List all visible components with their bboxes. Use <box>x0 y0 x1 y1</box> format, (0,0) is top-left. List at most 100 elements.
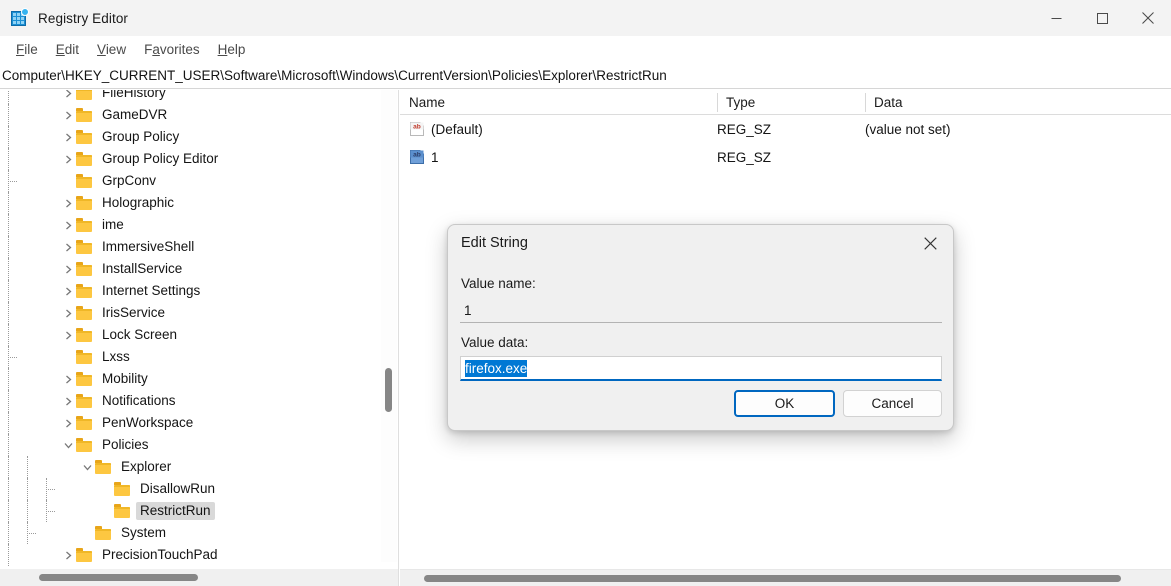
tree-item-penworkspace[interactable]: PenWorkspace <box>0 412 381 434</box>
chevron-right-icon[interactable] <box>60 324 76 346</box>
chevron-right-icon[interactable] <box>60 90 76 104</box>
column-header-type[interactable]: Type <box>717 90 865 115</box>
address-bar[interactable]: Computer\HKEY_CURRENT_USER\Software\Micr… <box>0 63 1171 89</box>
values-list-row[interactable]: ab (Default) REG_SZ (value not set) <box>400 115 1171 143</box>
tree-item-system[interactable]: System <box>0 522 381 544</box>
menu-view[interactable]: View <box>88 39 135 60</box>
tree-item-immersiveshell[interactable]: ImmersiveShell <box>0 236 381 258</box>
tree-item-precisiontouchpad[interactable]: PrecisionTouchPad <box>0 544 381 566</box>
tree-indent-spacer <box>0 192 60 214</box>
tree-item-filehistory[interactable]: FileHistory <box>0 90 381 104</box>
value-data-input[interactable]: firefox.exe <box>460 356 942 381</box>
registry-tree-pane[interactable]: FileHistory GameDVR Group Policy Group Poli… <box>0 90 399 586</box>
string-value-icon-selected: ab <box>409 149 425 165</box>
tree-item-label: Group Policy <box>102 129 180 144</box>
registry-tree: FileHistory GameDVR Group Policy Group Poli… <box>0 90 381 566</box>
chevron-right-icon[interactable] <box>60 302 76 324</box>
tree-vertical-scrollbar[interactable] <box>381 90 397 562</box>
tree-item-ime[interactable]: ime <box>0 214 381 236</box>
tree-item-internet-settings[interactable]: Internet Settings <box>0 280 381 302</box>
tree-guide-connector <box>8 181 17 182</box>
folder-icon <box>76 416 92 430</box>
tree-item-label: PrecisionTouchPad <box>102 547 218 562</box>
cancel-button[interactable]: Cancel <box>843 390 942 417</box>
column-header-name[interactable]: Name <box>400 90 717 115</box>
folder-icon <box>76 90 92 100</box>
values-column-header: Name Type Data <box>400 90 1171 115</box>
values-list-row[interactable]: ab 1 REG_SZ <box>400 143 1171 171</box>
menu-help[interactable]: Help <box>209 39 255 60</box>
tree-guide-line <box>8 126 9 148</box>
chevron-right-icon[interactable] <box>60 368 76 390</box>
tree-horizontal-scrollbar-thumb[interactable] <box>39 574 198 581</box>
folder-icon <box>95 460 111 474</box>
maximize-button[interactable] <box>1079 0 1125 36</box>
tree-item-grpconv[interactable]: GrpConv <box>0 170 381 192</box>
tree-guide-connector <box>8 357 17 358</box>
tree-item-group-policy-editor[interactable]: Group Policy Editor <box>0 148 381 170</box>
chevron-down-icon[interactable] <box>79 456 95 478</box>
string-value-icon: ab <box>409 121 425 137</box>
tree-vertical-scrollbar-thumb[interactable] <box>385 368 392 412</box>
chevron-right-icon[interactable] <box>60 236 76 258</box>
close-button[interactable] <box>1125 0 1171 36</box>
chevron-down-icon[interactable] <box>60 434 76 456</box>
tree-item-policies[interactable]: Policies <box>0 434 381 456</box>
menu-favorites[interactable]: Favorites <box>135 39 209 60</box>
column-header-data[interactable]: Data <box>865 90 1171 115</box>
folder-icon <box>114 504 130 518</box>
tree-expander-none <box>79 522 95 544</box>
tree-item-mobility[interactable]: Mobility <box>0 368 381 390</box>
tree-guide-connector <box>46 489 55 490</box>
minimize-button[interactable] <box>1033 0 1079 36</box>
chevron-right-icon[interactable] <box>60 126 76 148</box>
chevron-right-icon[interactable] <box>60 192 76 214</box>
chevron-right-icon[interactable] <box>60 544 76 566</box>
folder-icon <box>76 130 92 144</box>
tree-item-irisservice[interactable]: IrisService <box>0 302 381 324</box>
chevron-right-icon[interactable] <box>60 412 76 434</box>
folder-icon <box>114 482 130 496</box>
title-bar: Registry Editor <box>0 0 1171 36</box>
chevron-right-icon[interactable] <box>60 104 76 126</box>
chevron-right-icon[interactable] <box>60 390 76 412</box>
tree-item-group-policy[interactable]: Group Policy <box>0 126 381 148</box>
tree-item-label: FileHistory <box>102 90 166 100</box>
tree-indent-spacer <box>0 126 60 148</box>
folder-icon <box>76 394 92 408</box>
ok-button[interactable]: OK <box>734 390 835 417</box>
dialog-close-button[interactable] <box>908 225 953 262</box>
folder-icon <box>76 152 92 166</box>
tree-item-notifications[interactable]: Notifications <box>0 390 381 412</box>
tree-item-lock-screen[interactable]: Lock Screen <box>0 324 381 346</box>
chevron-right-icon[interactable] <box>60 214 76 236</box>
tree-indent-spacer <box>0 258 60 280</box>
tree-item-disallowrun[interactable]: DisallowRun <box>0 478 381 500</box>
menu-edit[interactable]: Edit <box>47 39 88 60</box>
chevron-right-icon[interactable] <box>60 148 76 170</box>
tree-horizontal-scrollbar[interactable] <box>0 569 398 586</box>
tree-item-installservice[interactable]: InstallService <box>0 258 381 280</box>
tree-item-label: System <box>121 525 167 540</box>
chevron-right-icon[interactable] <box>60 280 76 302</box>
folder-icon <box>76 548 92 562</box>
tree-item-gamedvr[interactable]: GameDVR <box>0 104 381 126</box>
tree-expander-none <box>60 170 76 192</box>
tree-item-restrictrun[interactable]: RestrictRun <box>0 500 381 522</box>
window-title: Registry Editor <box>38 10 129 26</box>
tree-item-holographic[interactable]: Holographic <box>0 192 381 214</box>
menu-file[interactable]: File <box>7 39 47 60</box>
tree-item-label: ime <box>102 217 124 232</box>
folder-icon <box>76 240 92 254</box>
tree-item-label: Notifications <box>102 393 176 408</box>
tree-guide-line <box>8 258 9 280</box>
values-horizontal-scrollbar[interactable] <box>400 569 1171 586</box>
value-name-input[interactable]: 1 <box>460 298 942 323</box>
chevron-right-icon[interactable] <box>60 258 76 280</box>
tree-item-explorer[interactable]: Explorer <box>0 456 381 478</box>
folder-icon <box>76 438 92 452</box>
tree-guide-line <box>27 456 28 478</box>
tree-item-lxss[interactable]: Lxss <box>0 346 381 368</box>
values-list: ab (Default) REG_SZ (value not set) ab 1 REG_S… <box>400 115 1171 171</box>
values-horizontal-scrollbar-thumb[interactable] <box>424 575 1121 582</box>
